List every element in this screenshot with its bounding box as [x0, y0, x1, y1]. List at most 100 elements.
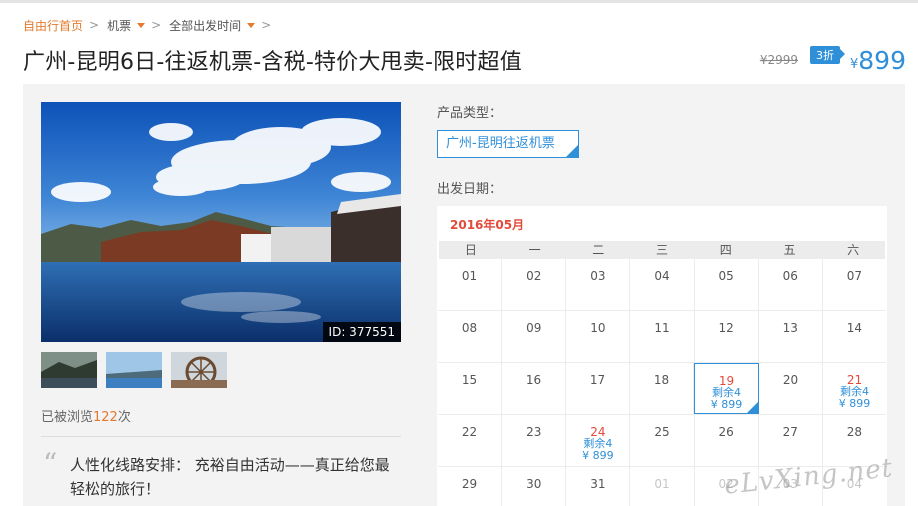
day-number: 16 — [525, 373, 542, 387]
day-number: 27 — [782, 425, 798, 439]
thumbnail-3[interactable] — [171, 352, 227, 388]
day-number: 04 — [654, 269, 670, 283]
day-price: ¥ 899 — [838, 397, 871, 410]
calendar-day: 06 — [759, 259, 823, 310]
mountain-thumb-image — [41, 352, 97, 388]
day-number: 02 — [526, 269, 542, 283]
calendar-day: 02 — [502, 259, 567, 310]
weekday-label: 五 — [783, 243, 796, 257]
day-number: 31 — [590, 477, 606, 491]
calendar-day: 09 — [502, 311, 567, 362]
weekday-label: 六 — [847, 243, 860, 257]
day-number: 17 — [589, 373, 606, 387]
views-suffix: 次 — [117, 410, 131, 425]
calendar-week-row: 08 09 10 11 12 13 14 — [438, 311, 886, 363]
lake-landscape-image — [41, 102, 401, 342]
views-prefix: 已被浏览 — [41, 410, 94, 425]
views-number: 122 — [93, 410, 118, 425]
day-number: 07 — [846, 269, 863, 283]
day-number: 29 — [461, 477, 478, 491]
breadcrumb-separator: > — [261, 18, 272, 32]
day-number: 08 — [461, 321, 478, 335]
calendar-day: 22 — [438, 415, 503, 466]
calendar-day: 26 — [695, 415, 759, 466]
calendar-day: 04 — [630, 259, 695, 310]
day-number: 20 — [782, 373, 799, 387]
day-number: 23 — [526, 425, 542, 439]
product-type-value: 广州-昆明往返机票 — [446, 136, 555, 151]
view-count: 已被浏览122次 — [41, 406, 131, 425]
calendar-day: 23 — [502, 415, 567, 466]
breadcrumb-category-label: 机票 — [107, 18, 132, 33]
calendar-day: 17 — [566, 363, 630, 414]
day-number: 28 — [846, 425, 863, 439]
day-number: 14 — [846, 321, 863, 335]
original-price: ¥2999 — [759, 53, 798, 67]
departure-date-label: 出发日期： — [437, 182, 503, 197]
calendar-day: 01 — [438, 259, 503, 310]
calendar-day: 20 — [759, 363, 823, 414]
calendar-day: 03 — [566, 259, 631, 310]
day-number: 30 — [526, 477, 542, 491]
calendar-day: 13 — [759, 311, 823, 362]
product-type-option[interactable]: 广州-昆明往返机票 — [437, 130, 579, 158]
current-price: 899 — [858, 46, 906, 75]
weekday-label: 二 — [592, 243, 605, 257]
waterwheel-thumb-image — [171, 352, 227, 388]
calendar-day: 31 — [566, 467, 631, 506]
selected-check-icon — [566, 145, 578, 157]
day-number: 26 — [718, 425, 734, 439]
calendar-day-available[interactable]: 19 剩余4 ¥ 899 — [694, 363, 759, 414]
highlight-text: 人性化线路安排： 充裕自由活动——真正给您最轻松的旅行！ — [70, 456, 390, 498]
calendar-day: 27 — [759, 415, 823, 466]
thumbnail-1[interactable] — [41, 352, 97, 388]
calendar-day: 12 — [695, 311, 759, 362]
calendar-day: 14 — [823, 311, 886, 362]
breadcrumb-departure-label: 全部出发时间 — [169, 18, 242, 33]
calendar-day-available[interactable]: 21 剩余4 ¥ 899 — [823, 363, 886, 414]
product-type-label: 产品类型： — [437, 106, 503, 121]
selected-check-icon — [747, 402, 758, 413]
price-box: ¥2999 3折 ¥ 899 — [760, 46, 906, 75]
quote-icon: “ — [43, 447, 58, 480]
calendar-day: 15 — [438, 363, 502, 414]
calendar-day: 16 — [502, 363, 566, 414]
breadcrumb-departure-dropdown[interactable]: 全部出发时间 — [169, 17, 256, 34]
breadcrumb-home-link[interactable]: 自由行首页 — [23, 17, 83, 34]
breadcrumb-separator: > — [151, 18, 162, 32]
calendar-day-available[interactable]: 24 剩余4 ¥ 899 — [566, 415, 631, 466]
weekday-label: 一 — [528, 243, 541, 257]
calendar-day: 30 — [502, 467, 567, 506]
weekday-label: 四 — [719, 243, 732, 257]
top-border — [0, 0, 918, 3]
calendar-week-row: 01 02 03 04 05 06 07 — [438, 259, 886, 311]
divider — [41, 436, 401, 437]
breadcrumb-category-dropdown[interactable]: 机票 — [107, 17, 146, 34]
calendar-day: 29 — [438, 467, 503, 506]
thumbnail-2[interactable] — [106, 352, 162, 388]
calendar-week-row: 15 16 17 18 19 剩余4 ¥ 899 20 21 剩余4 ¥ 899 — [438, 363, 886, 415]
calendar-month: 2016年05月 — [450, 218, 525, 232]
calendar-day: 11 — [630, 311, 695, 362]
day-number: 06 — [782, 269, 798, 283]
lake-thumb-image — [106, 352, 162, 388]
weekday-label: 日 — [464, 243, 477, 257]
calendar-day: 10 — [566, 311, 631, 362]
main-photo[interactable]: ID: 377551 — [41, 102, 401, 342]
day-number: 13 — [782, 321, 798, 335]
calendar-week-row: 22 23 24 剩余4 ¥ 899 25 26 27 28 — [438, 415, 886, 467]
calendar-weekday-header: 日 一 二 三 四 五 六 — [439, 241, 885, 259]
caret-down-icon — [137, 22, 146, 28]
caret-down-icon — [247, 22, 256, 28]
breadcrumb-separator: > — [89, 18, 100, 32]
page-title: 广州-昆明6日-往返机票-含税-特价大甩卖-限时超值 — [23, 50, 522, 75]
calendar-day: 25 — [630, 415, 695, 466]
day-price: ¥ 899 — [582, 449, 614, 462]
day-number: 01 — [461, 269, 478, 283]
calendar-day: 01 — [630, 467, 695, 506]
day-number: 25 — [654, 425, 670, 439]
day-number: 12 — [718, 321, 734, 335]
day-number: 22 — [461, 425, 478, 439]
discount-badge: 3折 — [810, 46, 845, 64]
calendar-day: 05 — [695, 259, 759, 310]
